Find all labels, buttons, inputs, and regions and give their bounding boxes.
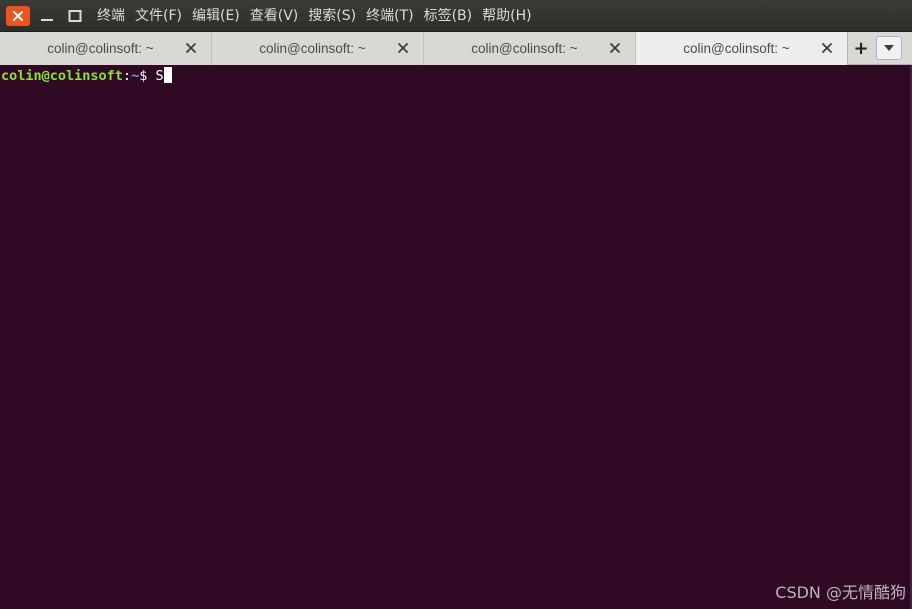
- title-menu-bar: 终端 文件(F) 编辑(E) 查看(V) 搜索(S) 终端(T) 标签(B) 帮…: [0, 0, 912, 32]
- menu-terminal[interactable]: 终端(T): [361, 0, 418, 32]
- prompt-path: ~: [131, 68, 140, 84]
- menubar: 终端 文件(F) 编辑(E) 查看(V) 搜索(S) 终端(T) 标签(B) 帮…: [92, 0, 537, 32]
- close-button[interactable]: [6, 5, 30, 26]
- minimize-icon: [41, 18, 53, 21]
- menu-view[interactable]: 查看(V): [245, 0, 304, 32]
- prompt-colon: :: [122, 68, 132, 84]
- maximize-button[interactable]: [64, 6, 86, 26]
- prompt-line: colin@colinsoft:~$ S: [1, 67, 172, 85]
- menu-help[interactable]: 帮助(H): [477, 0, 536, 32]
- tab-label: colin@colinsoft: ~: [259, 41, 366, 56]
- tab-list-button[interactable]: [876, 36, 902, 60]
- prompt-dollar: $: [139, 68, 156, 84]
- tab-label: colin@colinsoft: ~: [471, 41, 578, 56]
- minimize-button[interactable]: [36, 6, 58, 26]
- tab-label: colin@colinsoft: ~: [683, 41, 790, 56]
- close-icon: [13, 10, 23, 21]
- tab-3[interactable]: colin@colinsoft: ~: [424, 32, 636, 65]
- close-icon: [186, 43, 196, 53]
- chevron-down-icon: [884, 45, 894, 51]
- tab-close-button[interactable]: [609, 42, 621, 54]
- terminal-area[interactable]: colin@colinsoft:~$ S: [0, 65, 912, 609]
- tab-1[interactable]: colin@colinsoft: ~: [0, 32, 212, 65]
- watermark: CSDN @无情酷狗: [775, 583, 906, 602]
- close-icon: [610, 43, 620, 53]
- close-icon: [398, 43, 408, 53]
- prompt-user: colin@colinsoft: [1, 68, 123, 84]
- tab-close-button[interactable]: [185, 42, 197, 54]
- tab-close-button[interactable]: [821, 42, 833, 54]
- menu-app-terminal[interactable]: 终端: [92, 0, 130, 32]
- new-tab-button[interactable]: +: [848, 32, 874, 65]
- tab-label: colin@colinsoft: ~: [47, 41, 154, 56]
- menu-file[interactable]: 文件(F): [130, 0, 187, 32]
- tab-bar: colin@colinsoft: ~ colin@colinsoft: ~ co…: [0, 32, 912, 65]
- menu-edit[interactable]: 编辑(E): [187, 0, 245, 32]
- tab-4-active[interactable]: colin@colinsoft: ~: [636, 32, 848, 65]
- text-cursor: [163, 67, 172, 83]
- maximize-icon: [68, 9, 82, 22]
- window-controls: [0, 0, 92, 32]
- tab-2[interactable]: colin@colinsoft: ~: [212, 32, 424, 65]
- typed-input: S: [155, 68, 164, 84]
- menu-search[interactable]: 搜索(S): [303, 0, 361, 32]
- tab-close-button[interactable]: [397, 42, 409, 54]
- close-icon: [822, 43, 832, 53]
- menu-tabs[interactable]: 标签(B): [419, 0, 478, 32]
